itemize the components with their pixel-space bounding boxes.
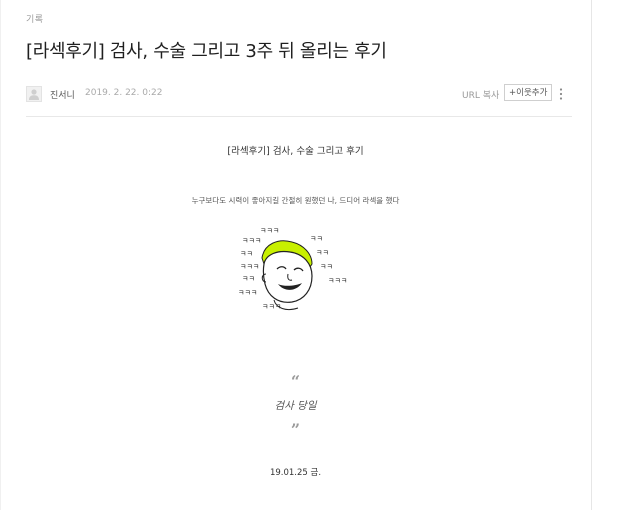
laugh-text: ㅋㅋ (320, 263, 333, 271)
right-border (591, 0, 592, 510)
header-divider (26, 116, 572, 117)
laugh-text: ㅋㅋㅋ (238, 289, 258, 297)
content-heading: [라섹후기] 검사, 수술 그리고 후기 (227, 146, 364, 157)
user-silhouette-icon (29, 89, 39, 100)
laugh-text: ㅋㅋㅋ (328, 277, 348, 285)
laugh-text: ㅋㅋ (240, 250, 253, 258)
quote-close-mark: ” (290, 420, 301, 439)
laugh-text: ㅋㅋ (242, 275, 255, 283)
entry-date: 19.01.25 금. (269, 468, 322, 478)
laugh-text: ㅋㅋ (310, 235, 323, 243)
laugh-text: ㅋㅋㅋ (242, 237, 262, 245)
blog-post-page: 기록 [라섹후기] 검사, 수술 그리고 3주 뒤 올리는 후기 진서니 201… (0, 0, 640, 510)
more-options-icon[interactable] (558, 87, 564, 101)
url-copy-button[interactable]: URL 복사 (462, 88, 499, 101)
quote-text: 검사 당일 (274, 400, 317, 412)
post-title: [라섹후기] 검사, 수술 그리고 3주 뒤 올리는 후기 (26, 41, 387, 62)
author-avatar[interactable] (26, 86, 42, 102)
laugh-text: ㅋㅋㅋ (262, 303, 282, 311)
laugh-text: ㅋㅋㅋ (260, 227, 280, 235)
intro-text: 누구보다도 시력이 좋아지길 간절히 원했던 나, 드디어 라섹을 했다 (191, 196, 400, 205)
post-date: 2019. 2. 22. 0:22 (85, 88, 163, 98)
author-name[interactable]: 진서니 (50, 88, 75, 101)
laugh-text: ㅋㅋ (316, 249, 329, 257)
laugh-text: ㅋㅋㅋ (240, 263, 260, 271)
quote-open-mark: “ (290, 372, 301, 391)
laughing-character-image: ㅋㅋㅋ ㅋㅋㅋ ㅋㅋ ㅋㅋ ㅋㅋㅋ ㅋㅋ ㅋㅋ ㅋㅋ ㅋㅋㅋ ㅋㅋㅋ ㅋㅋㅋ (232, 224, 352, 318)
add-neighbor-button[interactable]: +이웃추가 (504, 84, 553, 101)
post-meta: 진서니 2019. 2. 22. 0:22 URL 복사 +이웃추가 (26, 84, 572, 104)
post-category[interactable]: 기록 (26, 12, 44, 25)
